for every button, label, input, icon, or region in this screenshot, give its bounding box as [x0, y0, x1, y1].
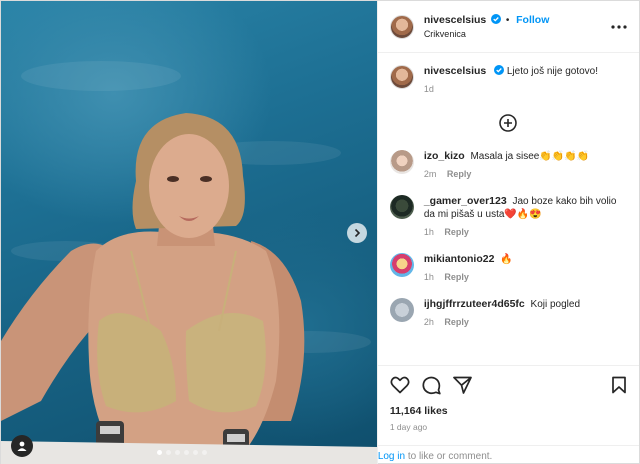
header-info: nivescelsius • Follow Crikvenica: [424, 14, 611, 39]
comment-username[interactable]: ijhgjffrrzuteer4d65fc: [424, 298, 525, 310]
carousel-dot: [193, 450, 198, 455]
share-button[interactable]: [452, 376, 472, 394]
comment-button[interactable]: [422, 376, 441, 395]
post-header: nivescelsius • Follow Crikvenica: [377, 1, 639, 53]
comment-age: 1h: [423, 272, 434, 282]
caption-body: nivescelsius Ljeto još nije gotovo! 1d: [424, 65, 627, 96]
user-tag-icon: [17, 441, 27, 451]
avatar[interactable]: [389, 65, 414, 89]
avatar[interactable]: [389, 195, 414, 219]
reply-button[interactable]: Reply: [444, 227, 469, 237]
caption-age: 1d: [423, 84, 434, 94]
caption-meta: 1d: [424, 83, 627, 96]
post-side-panel: nivescelsius • Follow Crikvenica nivesce…: [376, 1, 639, 464]
comment-text: Masala ja sisee👏👏👏👏: [470, 151, 590, 162]
post-actions: 11,164 likes 1 day ago: [377, 365, 639, 432]
save-button[interactable]: [611, 376, 627, 394]
comment-body: izo_kizo Masala ja sisee👏👏👏👏 2m Reply: [424, 150, 627, 181]
comment-meta: 2h Reply: [424, 316, 627, 329]
reply-button[interactable]: Reply: [444, 272, 469, 282]
tagged-users-button[interactable]: [11, 435, 33, 457]
comment-username[interactable]: _gamer_over123: [424, 195, 507, 207]
comment-item: ijhgjffrrzuteer4d65fc Koji pogled 2h Rep…: [389, 298, 627, 329]
post-timestamp[interactable]: 1 day ago: [390, 422, 627, 432]
login-prompt-text: to like or comment.: [405, 451, 493, 462]
comment-body: ijhgjffrrzuteer4d65fc Koji pogled 2h Rep…: [424, 298, 627, 329]
verified-icon: [491, 14, 502, 24]
comment-icon: [422, 376, 441, 394]
comment-username[interactable]: izo_kizo: [424, 150, 465, 162]
carousel-dot: [166, 450, 171, 455]
comment-text: Koji pogled: [530, 299, 581, 310]
comment-item: mikiantonio22 🔥 1h Reply: [389, 253, 627, 284]
comment-meta: 1h Reply: [424, 226, 627, 239]
avatar[interactable]: [389, 14, 414, 39]
avatar[interactable]: [389, 150, 414, 174]
carousel-dot: [202, 450, 207, 455]
bookmark-icon: [612, 376, 626, 394]
separator-dot: •: [505, 15, 510, 26]
avatar[interactable]: [389, 253, 414, 277]
login-prompt: Log in to like or comment.: [377, 445, 639, 464]
carousel-dot: [184, 450, 189, 455]
reply-button[interactable]: Reply: [444, 317, 469, 327]
likes-count[interactable]: 11,164 likes: [390, 405, 627, 417]
post-photo[interactable]: [1, 1, 377, 464]
post-caption: nivescelsius Ljeto još nije gotovo! 1d: [389, 65, 627, 96]
carousel-indicator: [157, 450, 207, 455]
more-icon[interactable]: [611, 24, 627, 29]
comment-text: 🔥: [500, 254, 513, 265]
avatar[interactable]: [389, 298, 414, 322]
action-icons: [390, 374, 627, 396]
comment-age: 2m: [423, 169, 437, 179]
location-link[interactable]: Crikvenica: [424, 29, 611, 39]
like-button[interactable]: [390, 376, 410, 394]
comment-meta: 2m Reply: [424, 168, 627, 181]
load-more-comments[interactable]: [390, 96, 627, 150]
share-icon: [452, 376, 472, 394]
add-comment-icon[interactable]: [499, 114, 518, 132]
instagram-post: nivescelsius • Follow Crikvenica nivesce…: [0, 0, 640, 464]
carousel-dot: [175, 450, 180, 455]
reply-button[interactable]: Reply: [447, 169, 472, 179]
comment-body: _gamer_over123 Jao boze kako bih volio d…: [424, 195, 627, 239]
caption-text: Ljeto još nije gotovo!: [506, 66, 599, 77]
author-username[interactable]: nivescelsius: [424, 14, 486, 26]
verified-icon: [494, 65, 505, 75]
comment-username[interactable]: mikiantonio22: [424, 253, 495, 265]
heart-icon: [390, 376, 410, 394]
comments-list[interactable]: nivescelsius Ljeto još nije gotovo! 1d i…: [378, 53, 639, 365]
login-link[interactable]: Log in: [378, 451, 405, 462]
chevron-right-icon: [354, 228, 360, 238]
comment-item: _gamer_over123 Jao boze kako bih volio d…: [389, 195, 627, 239]
follow-button[interactable]: Follow: [516, 14, 549, 26]
woman-in-water-illustration: [1, 113, 377, 464]
comment-body: mikiantonio22 🔥 1h Reply: [424, 253, 627, 284]
comment-age: 2h: [423, 317, 434, 327]
carousel-dot: [157, 450, 162, 455]
next-photo-button[interactable]: [346, 223, 367, 243]
comment-meta: 1h Reply: [424, 271, 627, 284]
caption-username[interactable]: nivescelsius: [424, 65, 486, 77]
comment-item: izo_kizo Masala ja sisee👏👏👏👏 2m Reply: [389, 150, 627, 181]
comment-age: 1h: [423, 227, 434, 237]
